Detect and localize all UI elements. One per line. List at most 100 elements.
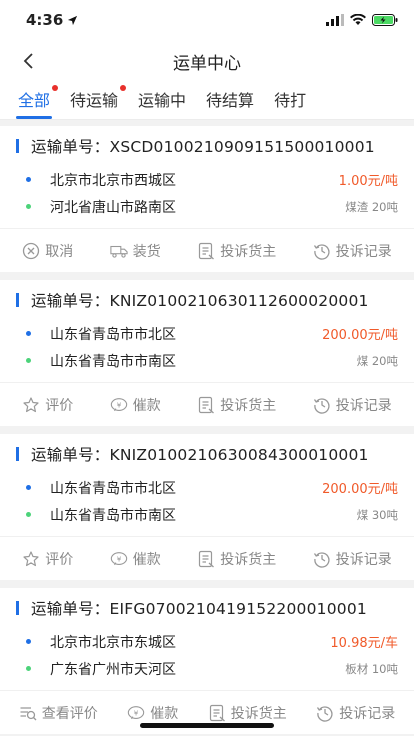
urge-payment-button[interactable]: ¥ 催款: [110, 549, 161, 569]
destination-dot-icon: [26, 358, 31, 363]
origin-row: 北京市北京市西城区 1.00元/吨: [0, 166, 414, 193]
tab-label: 待打: [274, 91, 307, 110]
complain-shipper-button[interactable]: 投诉货主: [197, 549, 276, 569]
order-card[interactable]: 运输单号：EIFG070021041915220001000​1 北京市北京市东…: [0, 588, 414, 734]
order-card[interactable]: 运输单号：KNIZ010021063011260002000​1 山东省青岛市市…: [0, 280, 414, 426]
tab-pending-settlement[interactable]: 待结算: [206, 87, 254, 119]
order-header: 运输单号：KNIZ010021063011260002000​1: [0, 280, 414, 320]
order-number: 运输单号：KNIZ010021063008430001000​1: [31, 446, 369, 464]
complain-icon: [209, 704, 225, 721]
origin-row: 山东省青岛市市北区 200.00元/吨: [0, 320, 414, 347]
order-number: 运输单号：KNIZ010021063011260002000​1: [31, 292, 369, 310]
action-label: 催款: [150, 705, 179, 722]
rate-button[interactable]: 评价: [22, 395, 73, 415]
complaint-history-button[interactable]: 投诉记录: [313, 549, 392, 569]
complain-shipper-button[interactable]: 投诉货主: [197, 241, 276, 261]
tab-pending-transport[interactable]: 待运输: [70, 85, 127, 119]
load-button[interactable]: 装货: [110, 241, 161, 261]
status-bar: 4:36: [0, 0, 414, 40]
order-actions: 取消 装货 投诉货主 投诉记录: [0, 228, 414, 272]
origin-dot-icon: [26, 639, 31, 644]
tab-label: 全部: [18, 91, 51, 110]
rate-button[interactable]: 评价: [22, 549, 73, 569]
signal-icon: [326, 14, 344, 26]
action-label: 取消: [45, 243, 74, 260]
action-label: 投诉货主: [230, 705, 287, 722]
rate-icon: [23, 550, 39, 566]
origin-dot-icon: [26, 331, 31, 336]
freight-price: 200.00元/吨: [322, 482, 398, 497]
complain-icon: [199, 550, 215, 567]
order-card[interactable]: 运输单号：XSCD010021090915150001000​1 北京市北京市西…: [0, 126, 414, 272]
urge-icon: ¥: [110, 397, 127, 411]
origin-dot-icon: [26, 177, 31, 182]
order-card[interactable]: 运输单号：KNIZ010021063008430001000​1 山东省青岛市市…: [0, 434, 414, 580]
tab-in-transit[interactable]: 运输中: [138, 87, 186, 119]
complaint-history-button[interactable]: 投诉记录: [313, 395, 392, 415]
view-review-button[interactable]: 查看评价: [19, 703, 98, 723]
action-label: 投诉记录: [339, 705, 396, 722]
action-label: 评价: [45, 397, 74, 414]
origin-row: 山东省青岛市市北区 200.00元/吨: [0, 474, 414, 501]
order-number: 运输单号：EIFG070021041915220001000​1: [31, 600, 367, 618]
complain-shipper-button[interactable]: 投诉货主: [197, 395, 276, 415]
complaint-history-button[interactable]: 投诉记录: [313, 241, 392, 261]
origin-address: 北京市北京市东城区: [50, 634, 176, 651]
page-title: 运单中心: [173, 53, 241, 74]
history-icon: [313, 551, 330, 568]
action-label: 投诉记录: [335, 551, 392, 568]
freight-price: 10.98元/车: [330, 636, 398, 651]
action-label: 投诉货主: [220, 243, 277, 260]
order-list: 运输单号：XSCD010021090915150001000​1 北京市北京市西…: [0, 120, 414, 734]
wifi-icon: [350, 14, 366, 25]
history-icon: [313, 397, 330, 414]
tab-label: 待运输: [70, 91, 119, 110]
destination-address: 山东省青岛市市南区: [50, 507, 176, 524]
cargo-info: 煤渣 20吨: [345, 199, 398, 214]
cancel-button[interactable]: 取消: [22, 241, 73, 261]
cargo-info: 煤 20吨: [356, 353, 398, 368]
rate-icon: [23, 396, 39, 412]
action-label: 查看评价: [41, 705, 98, 722]
accent-bar: [16, 601, 19, 615]
origin-dot-icon: [26, 485, 31, 490]
urge-payment-button[interactable]: ¥ 催款: [127, 703, 178, 723]
cargo-info: 煤 30吨: [356, 507, 398, 522]
origin-address: 山东省青岛市市北区: [50, 326, 176, 343]
history-icon: [313, 243, 330, 260]
clock: 4:36: [26, 11, 64, 29]
action-label: 催款: [132, 397, 161, 414]
order-header: 运输单号：EIFG070021041915220001000​1: [0, 588, 414, 628]
unread-dot: [120, 85, 127, 91]
action-label: 评价: [45, 551, 74, 568]
action-label: 催款: [132, 551, 161, 568]
status-tabs: 全部 待运输 运输中 待结算 待打: [0, 82, 414, 120]
order-header: 运输单号：KNIZ010021063008430001000​1: [0, 434, 414, 474]
cargo-info: 板材 10吨: [345, 661, 398, 676]
urge-icon: ¥: [110, 551, 127, 565]
complain-shipper-button[interactable]: 投诉货主: [208, 703, 287, 723]
svg-text:¥: ¥: [134, 708, 139, 717]
accent-bar: [16, 447, 19, 461]
tab-all[interactable]: 全部: [15, 85, 59, 119]
action-label: 装货: [132, 243, 161, 260]
svg-text:¥: ¥: [116, 400, 121, 409]
destination-row: 河北省唐山市路南区 煤渣 20吨: [0, 193, 414, 220]
destination-address: 河北省唐山市路南区: [50, 199, 176, 216]
accent-bar: [16, 293, 19, 307]
navigation-bar: 运单中心: [0, 40, 414, 82]
freight-price: 1.00元/吨: [338, 174, 398, 189]
order-header: 运输单号：XSCD010021090915150001000​1: [0, 126, 414, 166]
complain-icon: [199, 242, 215, 259]
tab-pending-payment[interactable]: 待打: [274, 87, 306, 119]
order-actions: 评价 ¥ 催款 投诉货主 投诉记录: [0, 536, 414, 580]
complaint-history-button[interactable]: 投诉记录: [316, 703, 395, 723]
status-time: 4:36: [26, 11, 78, 29]
urge-icon: ¥: [128, 705, 145, 719]
accent-bar: [16, 139, 19, 153]
unread-dot: [52, 85, 59, 91]
urge-payment-button[interactable]: ¥ 催款: [110, 395, 161, 415]
order-number: 运输单号：XSCD010021090915150001000​1: [31, 138, 375, 156]
action-label: 投诉货主: [220, 397, 277, 414]
back-button[interactable]: [16, 49, 40, 73]
